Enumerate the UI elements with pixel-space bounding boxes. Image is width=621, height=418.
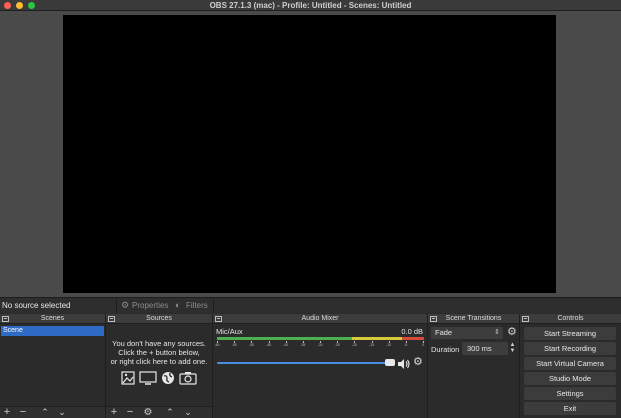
start-virtual-camera-button[interactable]: Start Virtual Camera — [524, 357, 616, 370]
sources-dock: Sources You don't have any sources. Clic… — [106, 314, 213, 418]
properties-label: Properties — [132, 301, 169, 310]
select-arrows-icon: ⇕ — [494, 329, 500, 336]
scene-list-item[interactable]: Scene — [1, 326, 104, 336]
meter-tick-label: -5 — [404, 343, 408, 347]
move-source-up-button[interactable]: ⌃ — [164, 407, 176, 418]
divider — [213, 299, 214, 313]
controls-dock-title: Controls — [557, 315, 584, 322]
audio-mixer-body: Mic/Aux 0.0 dB -60 -55 -50 -45 -40 -35 -30 -25-… — [213, 325, 427, 418]
volume-slider[interactable] — [217, 362, 391, 364]
meter-tick-label: -30 — [317, 343, 323, 347]
source-properties-gear-icon[interactable]: ⚙ — [142, 407, 154, 418]
duration-label: Duration — [431, 345, 460, 354]
sources-hint-line: or right click here to add one. — [110, 357, 208, 366]
context-bar: No source selected ⚙ Properties ◐ Filter… — [0, 297, 621, 313]
audio-mixer-dock-title: Audio Mixer — [301, 315, 339, 322]
divider — [116, 299, 117, 313]
transition-select[interactable]: Fade ⇕ — [431, 327, 503, 339]
add-scene-button[interactable]: + — [1, 407, 13, 418]
move-source-down-button[interactable]: ⌄ — [182, 407, 194, 418]
meter-tick-label: -40 — [283, 343, 289, 347]
remove-source-button[interactable]: − — [124, 407, 136, 418]
meter-tick-label: -20 — [351, 343, 357, 347]
audio-mixer-dock-header: Audio Mixer — [213, 314, 427, 324]
preview-canvas[interactable] — [63, 15, 556, 293]
start-recording-button[interactable]: Start Recording — [524, 342, 616, 355]
studio-mode-button[interactable]: Studio Mode — [524, 372, 616, 385]
scene-transitions-dock-title: Scene Transitions — [445, 315, 502, 322]
sources-hint-line: You don't have any sources. — [112, 339, 206, 348]
remove-scene-button[interactable]: − — [17, 407, 29, 418]
meter-scale: -60 -55 -50 -45 -40 -35 -30 -25 -20 -15 -10 -5 0 — [214, 341, 424, 349]
move-scene-down-button[interactable]: ⌄ — [56, 407, 68, 418]
preview-area — [0, 11, 621, 297]
undock-icon[interactable] — [430, 316, 437, 322]
scene-transitions-dock-header: Scene Transitions — [428, 314, 519, 324]
globe-icon — [162, 372, 175, 384]
meter-tick-label: -35 — [300, 343, 306, 347]
audio-mixer-dock: Audio Mixer Mic/Aux 0.0 dB -60 -55 -50 -45-… — [213, 314, 428, 418]
meter-red-zone — [402, 337, 424, 340]
duration-stepper[interactable]: ▲ ▼ — [508, 342, 517, 355]
sources-hint-line: Click the + button below, — [118, 348, 200, 357]
undock-icon[interactable] — [215, 316, 222, 322]
sources-dock-header: Sources — [106, 314, 212, 324]
filters-button[interactable]: ◐ Filters — [174, 300, 208, 311]
meter-tick-label: -50 — [248, 343, 254, 347]
start-streaming-button[interactable]: Start Streaming — [524, 327, 616, 340]
window-title: OBS 27.1.3 (mac) - Profile: Untitled - S… — [209, 1, 412, 10]
source-type-icons — [106, 371, 212, 385]
filter-icon: ◐ — [175, 300, 181, 310]
scenes-dock-title: Scenes — [40, 315, 65, 322]
scenes-toolbar: + − ⌃ ⌄ — [0, 406, 105, 418]
meter-yellow-zone — [352, 337, 402, 340]
meter-tick-label: -25 — [334, 343, 340, 347]
speaker-icon[interactable] — [397, 358, 410, 370]
gear-icon: ⚙ — [121, 300, 130, 310]
properties-button[interactable]: ⚙ Properties — [120, 300, 168, 311]
filters-label: Filters — [186, 301, 208, 310]
duration-input[interactable]: 300 ms — [462, 342, 508, 355]
meter-tick-label: -10 — [386, 343, 392, 347]
undock-icon[interactable] — [108, 316, 115, 322]
scene-transitions-body: Fade ⇕ ⚙ Duration 300 ms ▲ ▼ — [428, 325, 519, 418]
exit-button[interactable]: Exit — [524, 402, 616, 415]
move-scene-up-button[interactable]: ⌃ — [39, 407, 51, 418]
mixer-channel-level: 0.0 dB — [401, 327, 423, 336]
sources-list[interactable]: You don't have any sources. Click the + … — [106, 325, 212, 406]
display-icon — [139, 371, 157, 385]
transition-select-value: Fade — [435, 328, 453, 337]
selected-source-status: No source selected — [2, 301, 71, 310]
camera-icon — [179, 372, 197, 385]
scenes-dock: Scenes Scene + − ⌃ ⌄ — [0, 314, 106, 418]
add-source-button[interactable]: + — [108, 407, 120, 418]
controls-dock: Controls Start Streaming Start Recording… — [520, 314, 621, 418]
undock-icon[interactable] — [522, 316, 529, 322]
sources-dock-title: Sources — [146, 315, 172, 322]
mixer-settings-gear-icon[interactable]: ⚙ — [413, 357, 423, 368]
image-icon — [121, 371, 135, 385]
settings-button[interactable]: Settings — [524, 387, 616, 400]
chevron-down-icon[interactable]: ▼ — [508, 348, 517, 354]
sources-empty-hint: You don't have any sources. Click the + … — [106, 339, 212, 366]
meter-tick-label: 0 — [422, 343, 424, 347]
meter-tick-label: -60 — [214, 343, 220, 347]
undock-icon[interactable] — [2, 316, 9, 322]
sources-toolbar: + − ⚙ ⌃ ⌄ — [106, 406, 212, 418]
meter-green-zone — [217, 337, 352, 340]
meter-tick-label: -55 — [231, 343, 237, 347]
meter-tick-label: -15 — [368, 343, 375, 347]
controls-body: Start Streaming Start Recording Start Vi… — [520, 325, 621, 418]
scenes-dock-header: Scenes — [0, 314, 105, 324]
title-bar: OBS 27.1.3 (mac) - Profile: Untitled - S… — [0, 0, 621, 11]
volume-slider-handle[interactable] — [385, 359, 395, 366]
transition-properties-gear-icon[interactable]: ⚙ — [507, 327, 517, 338]
meter-tick-label: -45 — [265, 343, 272, 347]
scenes-list: Scene — [0, 325, 105, 406]
scene-transitions-dock: Scene Transitions Fade ⇕ ⚙ Duration 300 … — [428, 314, 520, 418]
controls-dock-header: Controls — [520, 314, 621, 324]
volume-meter — [217, 337, 424, 340]
mixer-channel-name: Mic/Aux — [216, 327, 243, 336]
